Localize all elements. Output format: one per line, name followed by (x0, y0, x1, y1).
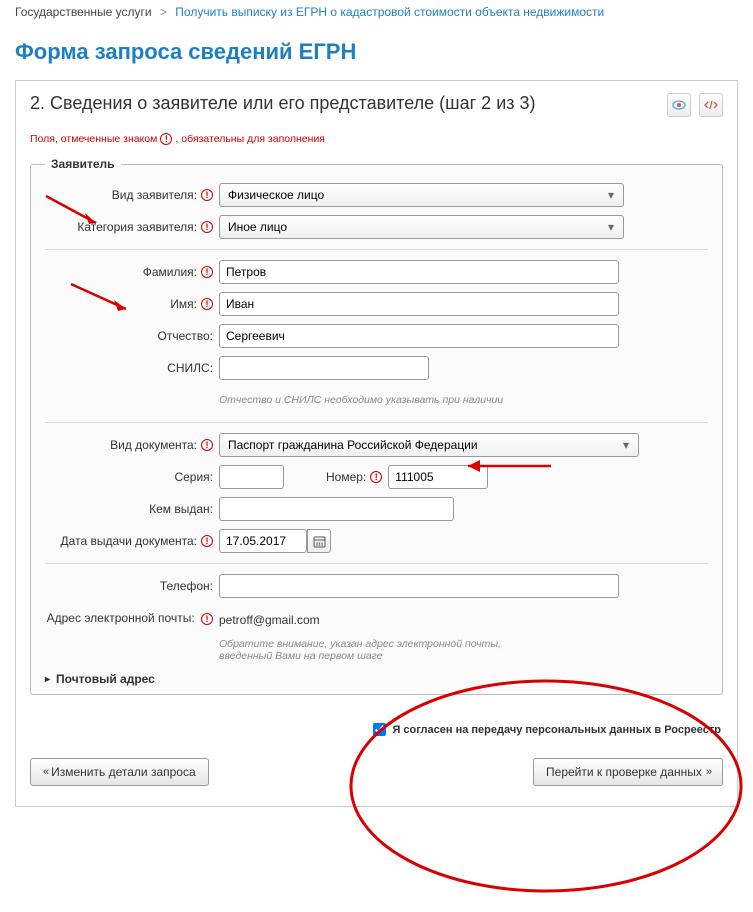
select-doc-type[interactable]: Паспорт гражданина Российской Федерации … (219, 433, 639, 457)
exclamation-icon (201, 298, 213, 310)
input-surname[interactable] (219, 260, 619, 284)
label-applicant-category: Категория заявителя: (45, 220, 219, 234)
breadcrumb-sep: > (160, 5, 167, 19)
email-hint: Обратите внимание, указан адрес электрон… (219, 638, 519, 662)
label-phone: Телефон: (45, 579, 219, 593)
label-series: Серия: (45, 470, 219, 484)
ellipse-annotation-icon (346, 671, 746, 901)
label-name: Имя: (45, 297, 219, 311)
input-phone[interactable] (219, 574, 619, 598)
label-issue-date: Дата выдачи документа: (45, 534, 219, 548)
required-note-suffix: обязательны для заполнения (181, 133, 325, 145)
required-note-prefix: Поля, отмеченные знаком (30, 133, 157, 145)
header-icons (667, 93, 723, 117)
separator (45, 422, 708, 423)
exclamation-icon (201, 221, 213, 233)
separator (45, 563, 708, 564)
row-email: Адрес электронной почты: petroff@gmail.c… (45, 606, 708, 630)
label-applicant-type: Вид заявителя: (45, 188, 219, 202)
required-note: Поля, отмеченные знаком , обязательны дл… (30, 133, 723, 145)
exclamation-icon (201, 613, 213, 625)
select-applicant-type[interactable]: Физическое лицо ▾ (219, 183, 624, 207)
row-doc-type: Вид документа: Паспорт гражданина Россий… (45, 433, 708, 457)
postal-address-toggle[interactable]: ▸ Почтовый адрес (45, 672, 708, 686)
step-header: 2. Сведения о заявителе или его представ… (30, 93, 723, 117)
separator (45, 249, 708, 250)
label-issued-by: Кем выдан: (45, 502, 219, 516)
input-number[interactable] (388, 465, 488, 489)
fieldset-legend: Заявитель (45, 157, 121, 171)
row-snils: СНИЛС: (45, 356, 708, 380)
next-button[interactable]: Перейти к проверке данных » (533, 758, 723, 786)
row-applicant-category: Категория заявителя: Иное лицо ▾ (45, 215, 708, 239)
exclamation-icon (160, 133, 172, 145)
form-container: 2. Сведения о заявителе или его представ… (15, 80, 738, 807)
consent-checkbox[interactable] (373, 723, 386, 736)
row-patronymic: Отчество: (45, 324, 708, 348)
input-snils[interactable] (219, 356, 429, 380)
breadcrumb-root: Государственные услуги (15, 5, 152, 19)
row-issued-by: Кем выдан: (45, 497, 708, 521)
input-issue-date[interactable] (219, 529, 307, 553)
chevron-left-icon: « (43, 766, 47, 778)
patronymic-hint: Отчество и СНИЛС необходимо указывать пр… (219, 394, 503, 406)
label-snils: СНИЛС: (45, 361, 219, 375)
row-issue-date: Дата выдачи документа: (45, 529, 708, 553)
consent-label: Я согласен на передачу персональных данн… (392, 724, 721, 736)
chevron-down-icon: ▾ (603, 188, 619, 202)
chevron-right-icon: » (706, 766, 710, 778)
exclamation-icon (201, 189, 213, 201)
chevron-down-icon: ▾ (603, 220, 619, 234)
input-issued-by[interactable] (219, 497, 454, 521)
row-email-hint: Обратите внимание, указан адрес электрон… (45, 638, 708, 662)
eye-icon[interactable] (667, 93, 691, 117)
input-name[interactable] (219, 292, 619, 316)
code-icon[interactable] (699, 93, 723, 117)
footer-buttons: « Изменить детали запроса Перейти к пров… (30, 758, 723, 786)
label-patronymic: Отчество: (45, 329, 219, 343)
email-value: petroff@gmail.com (219, 610, 320, 627)
input-series[interactable] (219, 465, 284, 489)
consent-row: Я согласен на передачу персональных данн… (30, 723, 723, 736)
back-button[interactable]: « Изменить детали запроса (30, 758, 209, 786)
label-surname: Фамилия: (45, 265, 219, 279)
exclamation-icon (370, 471, 382, 483)
row-name: Имя: (45, 292, 708, 316)
chevron-down-icon: ▾ (618, 438, 634, 452)
input-patronymic[interactable] (219, 324, 619, 348)
step-title: 2. Сведения о заявителе или его представ… (30, 93, 536, 114)
triangle-right-icon: ▸ (45, 674, 50, 685)
row-surname: Фамилия: (45, 260, 708, 284)
row-applicant-type: Вид заявителя: Физическое лицо ▾ (45, 183, 708, 207)
label-email: Адрес электронной почты: (45, 609, 219, 627)
row-patronymic-hint: Отчество и СНИЛС необходимо указывать пр… (45, 388, 708, 412)
label-number: Номер: (326, 470, 382, 484)
exclamation-icon (201, 439, 213, 451)
exclamation-icon (201, 266, 213, 278)
breadcrumb-link[interactable]: Получить выписку из ЕГРН о кадастровой с… (175, 5, 604, 19)
exclamation-icon (201, 535, 213, 547)
breadcrumb: Государственные услуги > Получить выписк… (0, 0, 753, 24)
label-doc-type: Вид документа: (45, 438, 219, 452)
calendar-icon (313, 535, 326, 548)
select-applicant-category[interactable]: Иное лицо ▾ (219, 215, 624, 239)
applicant-fieldset: Заявитель Вид заявителя: Физическое лицо… (30, 157, 723, 695)
row-phone: Телефон: (45, 574, 708, 598)
page-title: Форма запроса сведений ЕГРН (0, 24, 753, 80)
row-series-number: Серия: Номер: (45, 465, 708, 489)
calendar-button[interactable] (307, 529, 331, 553)
